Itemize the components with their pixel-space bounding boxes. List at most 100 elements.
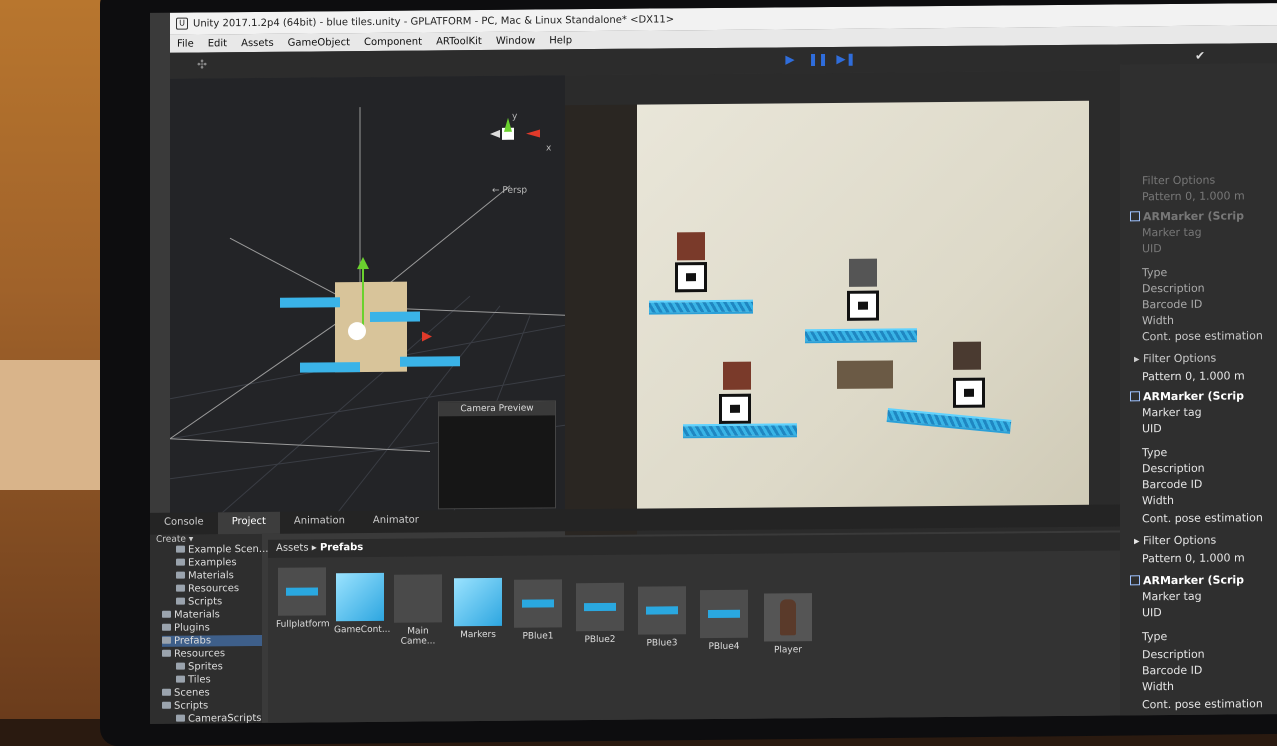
asset-label: PBlue4	[708, 641, 740, 653]
tree-item[interactable]: Plugins	[162, 622, 210, 633]
ar-marker	[953, 377, 985, 408]
prefab-thumbnail	[700, 589, 748, 639]
cont-pose-label: Cont. pose estimation	[1142, 329, 1263, 344]
menu-help[interactable]: Help	[549, 35, 572, 46]
asset-label: PBlue1	[522, 631, 554, 642]
pause-button[interactable]: ❚❚	[808, 52, 828, 68]
tree-item[interactable]: Scripts	[162, 700, 208, 711]
description-label: Description	[1142, 281, 1205, 296]
uid-label: UID	[1142, 422, 1162, 436]
description-label: Description	[1142, 647, 1205, 662]
filter-options-faded: Filter Options	[1142, 173, 1216, 188]
tab-console[interactable]: Console	[150, 512, 218, 535]
tree-item[interactable]: Materials	[176, 570, 234, 582]
asset-item[interactable]: Player	[762, 593, 814, 655]
asset-label: Main Came...	[400, 626, 436, 647]
asset-item[interactable]: PBlue1	[512, 579, 564, 642]
cont-pose-label: Cont. pose estimation	[1142, 697, 1263, 712]
prefab-thumbnail	[514, 579, 562, 628]
barcode-id-label: Barcode ID	[1142, 477, 1203, 492]
component-enable-checkbox[interactable]	[1130, 391, 1140, 402]
menu-component[interactable]: Component	[364, 36, 422, 48]
tab-project[interactable]: Project	[217, 511, 280, 535]
ar-marker	[675, 262, 707, 293]
cont-pose-label: Cont. pose estimation	[1142, 511, 1263, 526]
description-label: Description	[1142, 461, 1205, 476]
tree-item[interactable]: Scenes	[162, 687, 210, 698]
menu-edit[interactable]: Edit	[208, 38, 227, 49]
marker-tag-label: Marker tag	[1142, 225, 1202, 240]
menu-file[interactable]: File	[177, 38, 194, 49]
pattern-faded: Pattern 0, 1.000 m	[1142, 189, 1245, 204]
breadcrumb-separator: ▸	[311, 542, 317, 554]
asset-item[interactable]: PBlue3	[636, 586, 688, 649]
tree-item[interactable]: Examples	[176, 557, 237, 569]
asset-item[interactable]: Markers	[452, 577, 504, 640]
uid-label: UID	[1142, 606, 1162, 620]
armarker-component-1[interactable]: ARMarker (Scrip	[1130, 209, 1244, 223]
inspector-panel: Filter Options Pattern 0, 1.000 m ARMark…	[1120, 63, 1277, 724]
marker-tag-label: Marker tag	[1142, 405, 1202, 420]
photo-frame	[849, 258, 877, 287]
menu-assets[interactable]: Assets	[241, 37, 274, 48]
platform-beam	[649, 299, 753, 315]
armarker-component-2[interactable]: ARMarker (Scrip	[1130, 389, 1244, 403]
component-title: ARMarker (Scrip	[1143, 389, 1245, 404]
prefab-thumbnail	[576, 582, 624, 632]
unity-editor: U Unity 2017.1.2p4 (64bit) - blue tiles.…	[150, 3, 1277, 724]
ar-marker	[719, 393, 751, 424]
prefab-thumbnail	[764, 593, 812, 642]
armarker-component-3[interactable]: ARMarker (Scrip	[1130, 573, 1244, 587]
prefab-thumbnail	[638, 586, 686, 635]
tree-item[interactable]: Example Scen...	[176, 544, 268, 556]
asset-item[interactable]: GameCont...	[334, 572, 390, 635]
tree-item[interactable]: Materials	[162, 609, 220, 621]
type-label: Type	[1142, 266, 1168, 280]
project-tree: Create ▾ Example Scen... Examples Materi…	[150, 533, 268, 724]
barcode-id-label: Barcode ID	[1142, 663, 1203, 678]
asset-item[interactable]: PBlue2	[574, 582, 626, 645]
photo-frame	[677, 232, 705, 261]
camera-preview-title: Camera Preview	[439, 401, 555, 417]
width-label: Width	[1142, 313, 1174, 328]
breadcrumb: Assets ▸ Prefabs	[268, 532, 1120, 558]
menu-window[interactable]: Window	[496, 35, 535, 46]
menu-artoolkit[interactable]: ARToolKit	[436, 36, 482, 47]
tree-item[interactable]: Scripts	[176, 596, 222, 607]
check-icon[interactable]: ✔	[1190, 49, 1210, 65]
tab-animation[interactable]: Animation	[280, 511, 359, 534]
type-label: Type	[1142, 446, 1168, 460]
persp-label[interactable]: ← Persp	[492, 186, 527, 196]
prefab-thumbnail	[278, 567, 326, 616]
hand-tool-icon[interactable]: ✣	[192, 57, 212, 73]
tab-animator[interactable]: Animator	[359, 510, 433, 533]
menu-gameobject[interactable]: GameObject	[288, 37, 350, 49]
tree-item[interactable]: Resources	[162, 648, 225, 660]
pattern-label: Pattern 0, 1.000 m	[1142, 369, 1245, 384]
filter-options-foldout[interactable]: ▸ Filter Options	[1134, 534, 1216, 548]
ar-marker	[847, 290, 879, 321]
tree-item[interactable]: CameraScripts	[176, 713, 261, 724]
breadcrumb-current[interactable]: Prefabs	[320, 542, 363, 553]
width-label: Width	[1142, 679, 1174, 694]
breadcrumb-root[interactable]: Assets	[276, 543, 309, 554]
component-enable-checkbox[interactable]	[1130, 211, 1140, 222]
gizmo-axis-x: x	[546, 143, 552, 154]
width-label: Width	[1142, 493, 1174, 508]
asset-item[interactable]: PBlue4	[698, 589, 750, 653]
filter-options-foldout[interactable]: ▸ Filter Options	[1134, 352, 1216, 366]
asset-label: Player	[773, 645, 802, 656]
create-dropdown[interactable]: Create ▾	[156, 535, 193, 545]
scene-view[interactable]: y x ← Persp Camera Preview	[170, 75, 565, 524]
asset-item[interactable]: Main Came...	[392, 574, 444, 647]
tree-item-selected[interactable]: Prefabs	[162, 634, 262, 647]
tree-item[interactable]: Resources	[176, 583, 239, 595]
component-enable-checkbox[interactable]	[1130, 575, 1140, 586]
step-button[interactable]: ▶❚	[836, 52, 856, 68]
play-button[interactable]: ▶	[780, 52, 800, 68]
type-label: Type	[1142, 630, 1168, 644]
asset-item[interactable]: Fullplatform	[276, 567, 330, 630]
tree-item[interactable]: Sprites	[176, 661, 223, 672]
tree-item[interactable]: Tiles	[176, 674, 211, 685]
platform-beam	[886, 408, 1012, 434]
